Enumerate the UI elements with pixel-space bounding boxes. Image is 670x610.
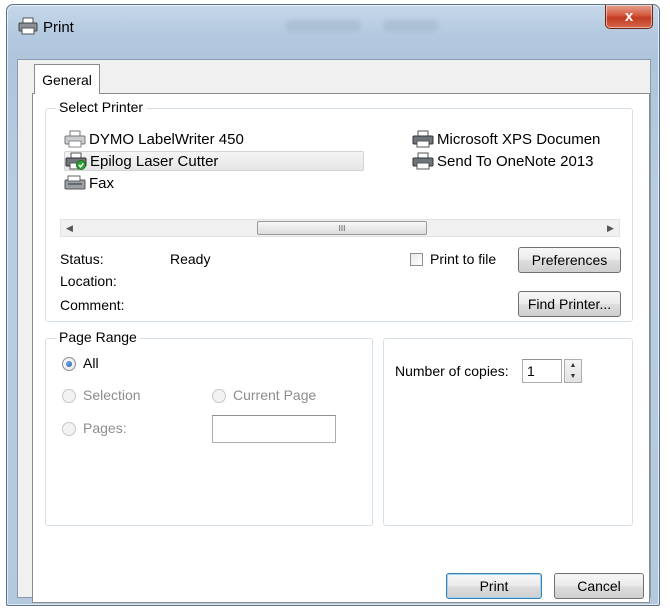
printer-icon — [412, 152, 434, 170]
copies-group: Number of copies: 1 ▲ ▼ — [383, 338, 633, 526]
page-range-group: Page Range All Selection Current Page Pa… — [45, 329, 373, 526]
print-button[interactable]: Print — [446, 573, 542, 599]
stepper-up-icon[interactable]: ▲ — [565, 360, 581, 371]
printer-name: Epilog Laser Cutter — [90, 152, 219, 170]
comment-label: Comment: — [60, 297, 125, 313]
scroll-left-icon[interactable]: ◀ — [61, 220, 78, 236]
radio-current-page-label: Current Page — [233, 387, 317, 403]
print-to-file-label[interactable]: Print to file — [430, 251, 496, 267]
scroll-thumb[interactable]: III — [257, 221, 427, 235]
printer-name: Fax — [89, 174, 115, 192]
copies-stepper[interactable]: ▲ ▼ — [564, 359, 582, 383]
printer-item-onenote[interactable]: Send To OneNote 2013 — [412, 151, 594, 171]
preferences-button[interactable]: Preferences — [518, 247, 621, 273]
scroll-right-icon[interactable]: ▶ — [602, 220, 619, 236]
stepper-down-icon[interactable]: ▼ — [565, 371, 581, 382]
printer-list[interactable]: DYMO LabelWriter 450 Epilog Laser Cutter — [60, 123, 620, 219]
radio-all-label[interactable]: All — [83, 355, 99, 371]
select-printer-group: Select Printer DYMO LabelWriter 450 Epil… — [45, 99, 633, 322]
status-value: Ready — [170, 251, 211, 267]
printer-icon — [64, 130, 86, 148]
print-dialog: Print x General Select Printer DYMO Labe… — [6, 4, 660, 606]
close-button[interactable]: x — [605, 5, 653, 29]
page-range-legend: Page Range — [56, 329, 140, 345]
cancel-button[interactable]: Cancel — [554, 573, 644, 599]
window-title: Print — [43, 19, 74, 36]
fax-icon — [64, 175, 86, 190]
dialog-client-area: General Select Printer DYMO LabelWriter … — [17, 59, 651, 603]
printer-item-fax[interactable]: Fax — [64, 173, 114, 193]
title-bar[interactable]: Print x — [7, 5, 659, 47]
copies-input[interactable]: 1 — [522, 359, 562, 383]
scroll-grip: III — [338, 223, 346, 233]
printer-name: Microsoft XPS Documen — [437, 130, 601, 148]
printer-list-scrollbar[interactable]: ◀ III ▶ — [60, 219, 620, 237]
select-printer-legend: Select Printer — [56, 99, 147, 115]
printer-item-epilog[interactable]: Epilog Laser Cutter — [64, 151, 364, 171]
status-label: Status: — [60, 251, 104, 267]
location-label: Location: — [60, 273, 117, 289]
title-blurred-text — [285, 20, 361, 32]
title-blurred-text — [383, 20, 439, 32]
radio-pages-label: Pages: — [83, 420, 127, 436]
printer-item-xps[interactable]: Microsoft XPS Documen — [412, 129, 600, 149]
find-printer-button[interactable]: Find Printer... — [518, 291, 621, 317]
tab-page-general: Select Printer DYMO LabelWriter 450 Epil… — [32, 93, 650, 603]
printer-name: DYMO LabelWriter 450 — [89, 130, 244, 148]
radio-selection — [62, 389, 76, 403]
radio-all[interactable] — [62, 357, 76, 371]
copies-label: Number of copies: — [395, 363, 509, 379]
tab-general[interactable]: General — [34, 64, 100, 94]
pages-input — [212, 415, 336, 443]
radio-pages — [62, 422, 76, 436]
radio-selection-label: Selection — [83, 387, 141, 403]
radio-current-page — [212, 389, 226, 403]
printer-default-icon — [65, 152, 87, 170]
printer-icon — [18, 17, 38, 35]
printer-name: Send To OneNote 2013 — [437, 152, 594, 170]
printer-item-dymo[interactable]: DYMO LabelWriter 450 — [64, 129, 244, 149]
print-to-file-checkbox[interactable] — [410, 253, 423, 266]
printer-icon — [412, 130, 434, 148]
